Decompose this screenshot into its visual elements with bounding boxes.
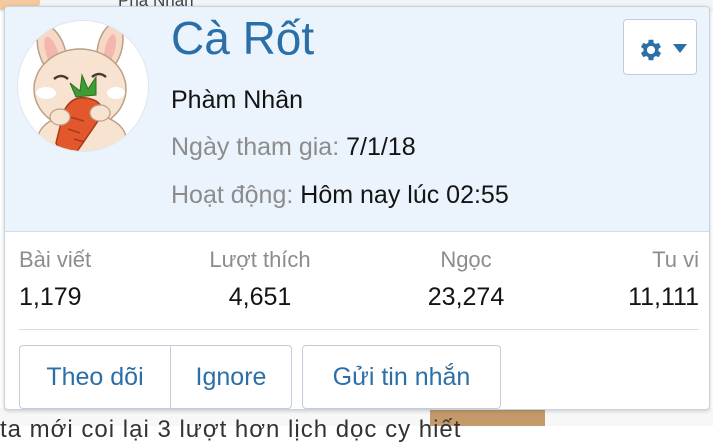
stat-label: Lượt thích (209, 247, 311, 272)
stat-gems: Ngọc 23,274 (381, 247, 551, 312)
joined-value: 7/1/18 (346, 133, 416, 161)
stat-value: 4,651 (228, 283, 292, 311)
avatar[interactable] (18, 21, 148, 151)
ignore-button[interactable]: Ignore (170, 345, 292, 409)
stat-label: Ngọc (440, 247, 492, 272)
joined-label: Ngày tham gia: (171, 133, 340, 161)
joined-row: Ngày tham gia: 7/1/18 (171, 133, 416, 162)
user-title: Phàm Nhân (171, 86, 304, 114)
last-activity-value: Hôm nay lúc 02:55 (300, 181, 509, 209)
stat-cultivation: Tu vi 11,111 (628, 247, 699, 312)
bunny-carrot-avatar-image (33, 22, 127, 151)
stat-likes: Lượt thích 4,651 (175, 247, 345, 312)
stat-value: 11,111 (628, 283, 699, 311)
stat-posts: Bài viết 1,179 (19, 247, 91, 312)
member-card-header: Cà Rốt Phàm Nhân Ngày tham gia: 7/1/18 H… (5, 7, 709, 232)
caret-down-icon (673, 44, 687, 53)
gear-icon (640, 39, 662, 61)
last-activity-label: Hoạt động: (171, 181, 294, 209)
member-tooltip-card: Cà Rốt Phàm Nhân Ngày tham gia: 7/1/18 H… (4, 6, 710, 410)
settings-menu-button[interactable] (623, 19, 697, 75)
stat-label: Tu vi (652, 247, 699, 272)
last-activity-row: Hoạt động: Hôm nay lúc 02:55 (171, 181, 509, 210)
divider (19, 329, 699, 330)
follow-button[interactable]: Theo dõi (19, 345, 171, 409)
background-bottom-text: ta mới coi lại 3 lượt hơn lịch dọc cy hi… (0, 416, 462, 443)
stat-value: 1,179 (19, 283, 82, 311)
stat-value: 23,274 (427, 283, 505, 311)
username-link[interactable]: Cà Rốt (171, 11, 314, 65)
stat-label: Bài viết (19, 247, 92, 272)
send-message-button[interactable]: Gửi tin nhắn (302, 345, 501, 409)
